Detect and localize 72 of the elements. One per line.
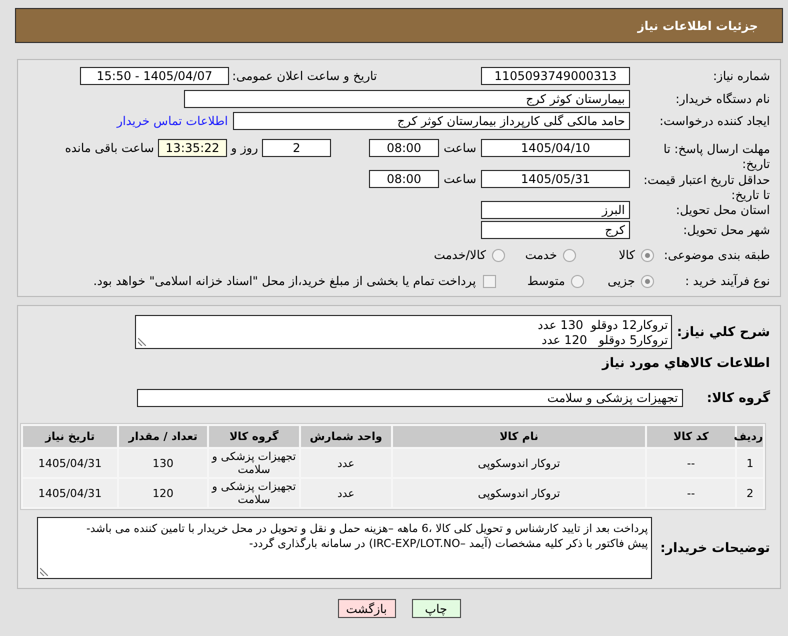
table-cell: 120	[119, 479, 207, 507]
field-label: حداقل تاریخ اعتبار قیمت: تا تاریخ:	[642, 173, 770, 203]
countdown-field[interactable]: 13:35:22	[158, 139, 227, 157]
field-label: گروه کالا:	[706, 390, 770, 406]
table-cell: 1405/04/31	[23, 449, 117, 477]
radio-button[interactable]	[492, 248, 505, 262]
text-area[interactable]: تروکار12 دوقلو 130 عدد تروکار5 دوقلو 120 عدد	[135, 315, 672, 349]
field-label: ایجاد کننده درخواست:	[659, 114, 770, 128]
radio-button[interactable]	[641, 274, 654, 288]
radio-label: جزیی	[608, 275, 635, 287]
radio-button[interactable]	[563, 248, 576, 262]
table-cell: 2	[737, 479, 763, 507]
column-header: کد کالا	[647, 426, 735, 447]
table-cell: 1	[737, 449, 763, 477]
field-label: مهلت ارسال پاسخ: تا تاریخ:	[662, 142, 770, 172]
text-area[interactable]: پرداخت بعد از تایید کارشناس و تحویل کلی کالا ،6 ماهه –هزینه حمل و نقل و تحویل در محل خریدار با تامین کننده می باشد- پیش فاکتور با ذکر کلیه مشخصات (آیمد –IRC-EXP/LOT.NO) در سامانه بارگذاری گردد-	[37, 517, 652, 579]
resize-grip-icon[interactable]	[138, 338, 146, 346]
table-cell: تجهیزات پزشکی و سلامت	[209, 479, 299, 507]
input-field[interactable]: حامد مالکی گلی کارپرداز بیمارستان کوثر کرج	[233, 112, 630, 130]
table-cell: 1405/04/31	[23, 479, 117, 507]
table-cell: تجهیزات پزشکی و سلامت	[209, 449, 299, 477]
table-cell: عدد	[301, 479, 391, 507]
field-label: ساعت	[444, 142, 476, 154]
input-field[interactable]: تجهیزات پزشکی و سلامت	[137, 389, 683, 407]
table-cell: عدد	[301, 449, 391, 477]
column-header: نام کالا	[393, 426, 645, 447]
table-cell: تروکار اندوسکوپی	[393, 449, 645, 477]
radio-label: کالا/خدمت	[434, 249, 486, 261]
table-cell: --	[647, 449, 735, 477]
field-label: طبقه بندی موضوعی:	[664, 248, 770, 262]
field-label: استان محل تحویل:	[676, 202, 770, 216]
radio-label: متوسط	[527, 275, 565, 287]
input-field[interactable]: 2	[262, 139, 331, 157]
field-label: نوع فرآیند خرید :	[685, 274, 770, 288]
input-field[interactable]: 08:00	[369, 139, 439, 157]
column-header: تاریخ نیاز	[23, 426, 117, 447]
input-field[interactable]: 1405/04/10	[481, 139, 630, 157]
input-field[interactable]: 08:00	[369, 170, 439, 188]
field-label: نام دستگاه خریدار:	[676, 92, 770, 106]
input-field[interactable]: 1105093749000313	[481, 67, 630, 85]
checkbox-label: پرداخت تمام یا بخشی از مبلغ خرید،از محل "اسناد خزانه اسلامی" خواهد بود.	[93, 275, 476, 287]
radio-button[interactable]	[571, 274, 584, 288]
field-label: تاریخ و ساعت اعلان عمومی:	[232, 69, 377, 83]
input-field[interactable]: 1405/04/07 - 15:50	[80, 67, 229, 85]
field-label: شهر محل تحویل:	[683, 222, 770, 236]
table-cell: --	[647, 479, 735, 507]
table-cell: 130	[119, 449, 207, 477]
field-label: شرح کلي نیاز:	[676, 324, 770, 340]
input-field[interactable]: بیمارستان کوثر کرج	[184, 90, 630, 108]
input-field[interactable]: 1405/05/31	[481, 170, 630, 188]
section-title: اطلاعات کالاهاي مورد نیاز	[602, 356, 770, 370]
page-title: جزئیات اطلاعات نیاز	[637, 20, 758, 32]
checkbox[interactable]	[483, 274, 496, 288]
field-label: ساعت	[444, 173, 476, 185]
column-header: واحد شمارش	[301, 426, 391, 447]
radio-button[interactable]	[641, 248, 654, 262]
field-label: ساعت باقی مانده	[64, 142, 154, 154]
input-field[interactable]: البرز	[481, 200, 630, 218]
back-button[interactable]: بازگشت	[338, 599, 396, 618]
radio-label: کالا	[618, 249, 635, 261]
table-cell: تروکار اندوسکوپی	[393, 479, 645, 507]
buyer-contact-link[interactable]: اطلاعات تماس خریدار	[116, 115, 228, 127]
resize-grip-icon[interactable]	[40, 568, 48, 576]
field-label: روز و	[231, 142, 258, 154]
print-button[interactable]: چاپ	[412, 599, 460, 618]
column-header: گروه کالا	[209, 426, 299, 447]
field-label: شماره نیاز:	[713, 69, 770, 83]
column-header: تعداد / مقدار	[119, 426, 207, 447]
field-label: توضیحات خریدار:	[660, 540, 770, 556]
column-header: ردیف	[737, 426, 763, 447]
radio-label: خدمت	[525, 249, 557, 261]
input-field[interactable]: کرج	[481, 220, 630, 238]
